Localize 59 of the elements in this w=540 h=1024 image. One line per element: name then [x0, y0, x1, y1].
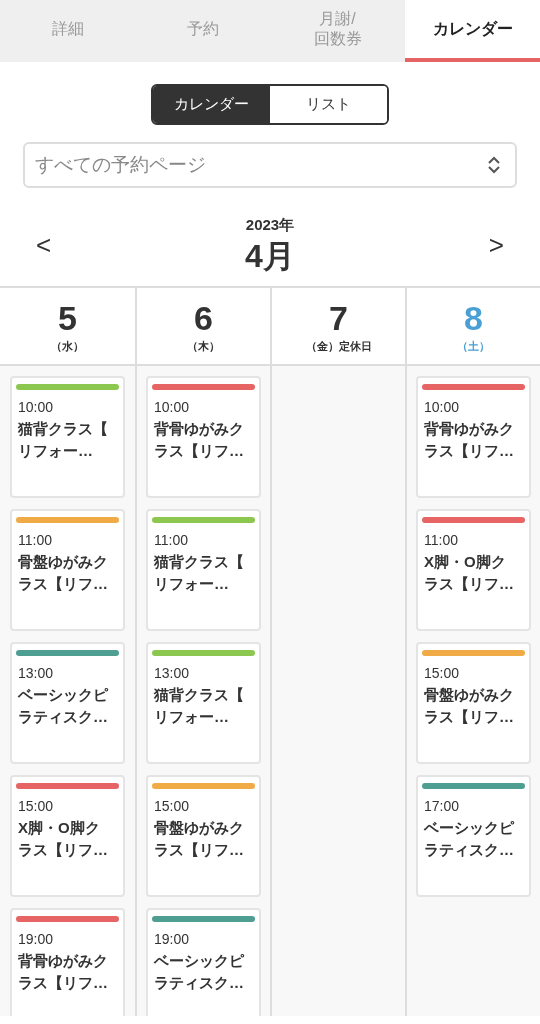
event-time: 19:00 [18, 930, 54, 948]
event-time: 15:00 [18, 797, 54, 815]
event-card[interactable]: 17:00 ベーシックピラティスク… [416, 775, 531, 897]
day-number: 8 [464, 297, 483, 338]
event-time: 10:00 [424, 398, 460, 416]
event-title: X脚・O脚クラス【リフ… [18, 818, 109, 860]
event-card[interactable]: 15:00 X脚・O脚クラス【リフ… [10, 775, 125, 897]
event-time: 13:00 [154, 664, 190, 682]
event-title: 骨盤ゆがみクラス【リフ… [154, 818, 245, 860]
view-toggle-option[interactable]: カレンダー [153, 86, 270, 123]
event-title: 猫背クラス【リフォー… [18, 419, 109, 461]
event-title: ベーシックピラティスク… [18, 685, 110, 727]
event-card[interactable]: 13:00 猫背クラス【リフォー… [146, 642, 261, 764]
event-time: 15:00 [154, 797, 190, 815]
event-title: 背骨ゆがみクラス【リフ… [154, 419, 245, 461]
weekday-label: （水） [51, 338, 84, 354]
year-label: 2023年 [245, 214, 295, 235]
event-time: 11:00 [18, 531, 52, 549]
chevron-up-down-icon [487, 156, 501, 174]
event-card[interactable]: 10:00 背骨ゆがみクラス【リフ… [416, 376, 531, 498]
month-label: 4月 [245, 237, 295, 277]
event-time: 11:00 [154, 531, 188, 549]
day-number: 6 [194, 297, 213, 338]
day-number: 5 [58, 297, 77, 338]
event-card[interactable]: 10:00 背骨ゆがみクラス【リフ… [146, 376, 261, 498]
event-card[interactable]: 19:00 背骨ゆがみクラス【リフ… [10, 908, 125, 1016]
event-time: 10:00 [154, 398, 190, 416]
event-time: 13:00 [18, 664, 54, 682]
event-card[interactable]: 19:00 ベーシックピラティスク… [146, 908, 261, 1016]
weekday-label: （木） [187, 338, 220, 354]
event-title: ベーシックピラティスク… [424, 818, 516, 860]
event-time: 11:00 [424, 531, 458, 549]
event-title: 背骨ゆがみクラス【リフ… [424, 419, 515, 461]
weekday-label: （土） [457, 338, 490, 354]
weekday-label: （金） [305, 338, 339, 354]
tab[interactable]: カレンダー [405, 0, 540, 62]
event-card[interactable]: 13:00 ベーシックピラティスク… [10, 642, 125, 764]
event-title: 背骨ゆがみクラス【リフ… [18, 951, 109, 993]
day-number: 7 [329, 297, 348, 338]
event-card[interactable]: 11:00 猫背クラス【リフォー… [146, 509, 261, 631]
previous-month-button[interactable]: < [36, 225, 52, 265]
event-card[interactable]: 11:00 X脚・O脚クラス【リフ… [416, 509, 531, 631]
event-card[interactable]: 15:00 骨盤ゆがみクラス【リフ… [416, 642, 531, 764]
event-title: 猫背クラス【リフォー… [154, 685, 245, 727]
event-title: ベーシックピラティスク… [154, 951, 246, 993]
event-card[interactable]: 11:00 骨盤ゆがみクラス【リフ… [10, 509, 125, 631]
event-time: 17:00 [424, 797, 460, 815]
event-title: X脚・O脚クラス【リフ… [424, 552, 515, 594]
next-month-button[interactable]: > [488, 225, 504, 265]
closed-day-label: 定休日 [338, 338, 372, 354]
event-card[interactable]: 15:00 骨盤ゆがみクラス【リフ… [146, 775, 261, 897]
event-time: 19:00 [154, 930, 190, 948]
event-title: 骨盤ゆがみクラス【リフ… [424, 685, 515, 727]
event-title: 猫背クラス【リフォー… [154, 552, 245, 594]
event-title: 骨盤ゆがみクラス【リフ… [18, 552, 109, 594]
event-time: 15:00 [424, 664, 460, 682]
page-select[interactable]: すべての予約ページ [23, 142, 517, 188]
event-time: 10:00 [18, 398, 54, 416]
event-card[interactable]: 10:00 猫背クラス【リフォー… [10, 376, 125, 498]
